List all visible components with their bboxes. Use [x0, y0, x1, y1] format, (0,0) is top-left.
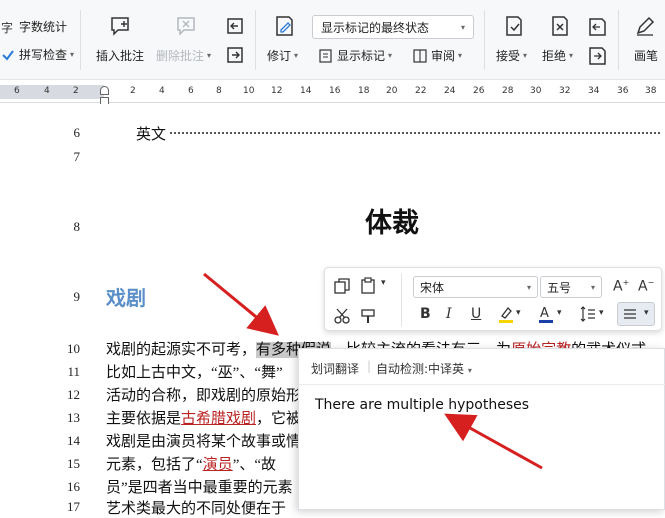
arrow-to-selection: [203, 272, 279, 336]
annotation-arrows: [203, 272, 543, 470]
arrow-to-translation: [444, 413, 543, 470]
